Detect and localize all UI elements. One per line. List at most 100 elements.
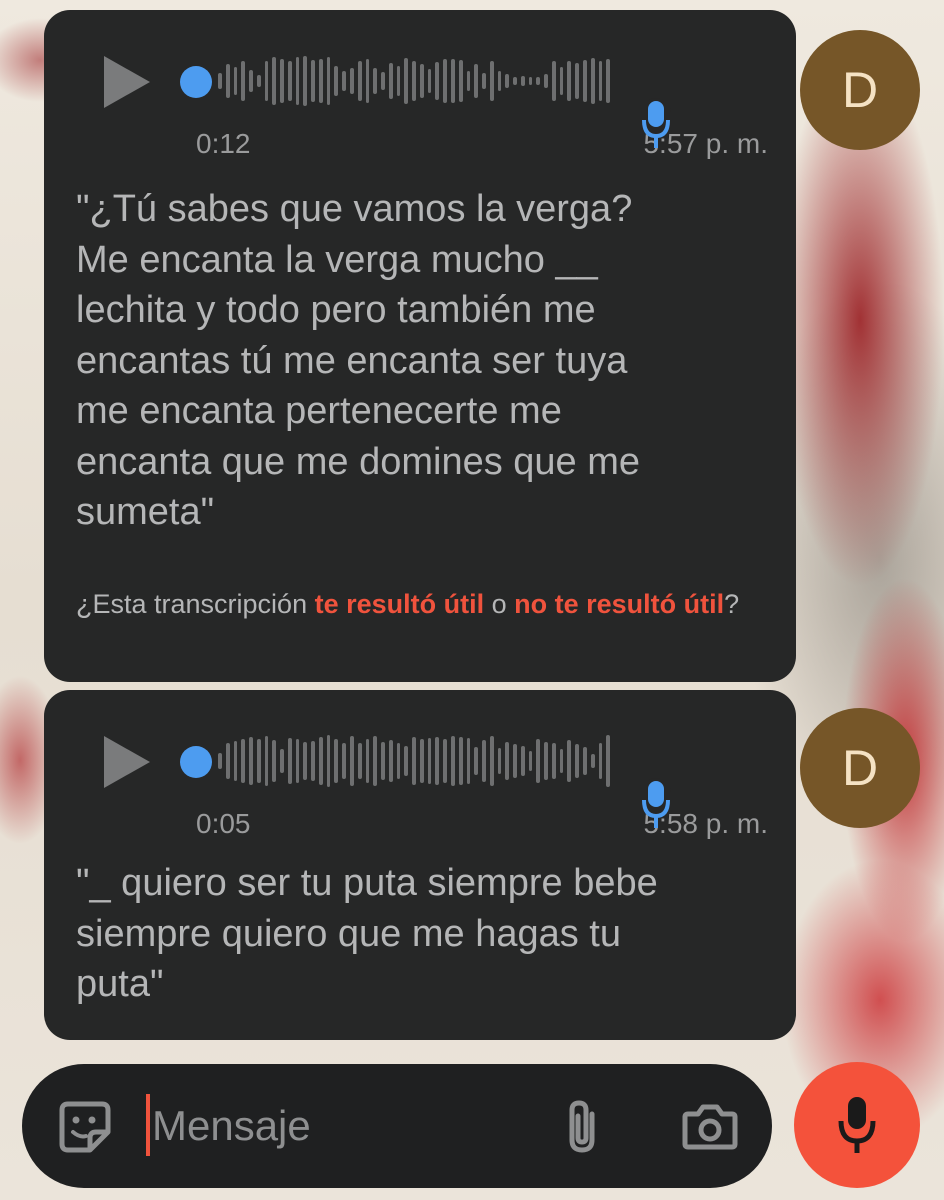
waveform-bar bbox=[326, 57, 331, 105]
audio-duration: 0:12 bbox=[196, 128, 251, 159]
waveform-bar bbox=[256, 739, 261, 783]
waveform-bar bbox=[264, 61, 269, 101]
audio-waveform[interactable] bbox=[218, 726, 614, 796]
waveform-bar bbox=[241, 61, 246, 101]
waveform-bar bbox=[272, 57, 277, 105]
transcription-text: "_ quiero ser tu puta siempre bebe siemp… bbox=[76, 862, 658, 1005]
waveform-bar bbox=[489, 61, 494, 101]
feedback-not-useful-link[interactable]: no te resultó útil bbox=[514, 589, 724, 619]
waveform-bar bbox=[249, 737, 253, 785]
waveform-bar bbox=[536, 739, 541, 783]
feedback-suffix: ? bbox=[724, 589, 740, 619]
play-icon[interactable] bbox=[100, 734, 152, 790]
avatar-initial: D bbox=[841, 62, 879, 118]
waveform-bar bbox=[280, 749, 284, 773]
transcription-text: "¿Tú sabes que vamos la verga? Me encant… bbox=[76, 188, 641, 533]
waveform-bar bbox=[381, 742, 385, 780]
microphone-icon bbox=[838, 1097, 876, 1153]
waveform-bar bbox=[606, 59, 611, 103]
waveform-bar bbox=[287, 738, 292, 784]
emoji-sticker-icon[interactable] bbox=[58, 1100, 112, 1154]
waveform-bar bbox=[528, 77, 533, 85]
waveform-bar bbox=[551, 743, 556, 779]
waveform-bar bbox=[590, 58, 595, 104]
waveform-bar bbox=[357, 61, 362, 101]
waveform-bar bbox=[505, 74, 510, 88]
waveform-bar bbox=[357, 743, 362, 779]
waveform-bar bbox=[334, 739, 339, 783]
waveform-bar bbox=[567, 61, 572, 101]
playback-progress-handle[interactable] bbox=[180, 746, 212, 778]
waveform-bar bbox=[241, 739, 246, 783]
microphone-badge-icon bbox=[641, 778, 671, 828]
playback-progress-handle[interactable] bbox=[180, 66, 212, 98]
waveform-bar bbox=[505, 742, 510, 780]
waveform-bar bbox=[474, 64, 479, 98]
audio-duration: 0:05 bbox=[196, 808, 251, 839]
waveform-bar bbox=[450, 736, 455, 786]
waveform-bar bbox=[318, 737, 323, 785]
waveform-bar bbox=[497, 748, 502, 774]
waveform-bar bbox=[419, 739, 424, 783]
waveform-bar bbox=[225, 743, 230, 779]
waveform-bar bbox=[443, 739, 447, 783]
waveform-bar bbox=[342, 71, 347, 91]
microphone-badge-icon bbox=[641, 98, 671, 148]
waveform-bar bbox=[272, 740, 277, 782]
waveform-bar bbox=[551, 61, 556, 101]
waveform-bar bbox=[419, 64, 424, 98]
waveform-bar bbox=[435, 737, 440, 785]
waveform-bar bbox=[575, 744, 579, 778]
waveform-bar bbox=[295, 57, 300, 105]
camera-icon[interactable] bbox=[682, 1102, 738, 1150]
paperclip-icon[interactable] bbox=[562, 1098, 604, 1156]
waveform-bar bbox=[404, 746, 409, 776]
waveform-bar bbox=[575, 63, 579, 99]
waveform-bar bbox=[435, 62, 440, 100]
feedback-useful-link[interactable]: te resultó útil bbox=[315, 589, 485, 619]
waveform-bar bbox=[520, 76, 525, 86]
waveform-bar bbox=[544, 74, 548, 88]
waveform-bar bbox=[489, 736, 494, 786]
waveform-bar bbox=[381, 72, 385, 90]
waveform-bar bbox=[443, 59, 447, 103]
waveform-bar bbox=[520, 746, 525, 776]
feedback-prefix: ¿Esta transcripción bbox=[76, 589, 315, 619]
waveform-bar bbox=[287, 61, 292, 101]
waveform-bar bbox=[233, 741, 238, 781]
waveform-bar bbox=[373, 68, 378, 94]
waveform-bar bbox=[365, 739, 370, 783]
waveform-bar bbox=[249, 70, 253, 92]
waveform-bar bbox=[342, 743, 347, 779]
waveform-bar bbox=[598, 743, 603, 779]
waveform-bar bbox=[388, 63, 393, 99]
waveform-bar bbox=[365, 59, 370, 103]
waveform-bar bbox=[544, 742, 548, 780]
waveform-bar bbox=[350, 68, 354, 94]
waveform-bar bbox=[598, 61, 603, 101]
waveform-bar bbox=[466, 738, 471, 784]
waveform-bar bbox=[334, 66, 339, 96]
audio-waveform[interactable] bbox=[218, 46, 614, 116]
waveform-bar bbox=[559, 749, 564, 773]
play-icon[interactable] bbox=[100, 54, 152, 110]
waveform-bar bbox=[280, 59, 284, 103]
feedback-middle: o bbox=[484, 589, 515, 619]
waveform-bar bbox=[482, 73, 486, 89]
waveform-bar bbox=[427, 69, 432, 93]
waveform-bar bbox=[326, 735, 331, 787]
waveform-bar bbox=[559, 67, 564, 95]
waveform-bar bbox=[513, 744, 517, 778]
waveform-bar bbox=[264, 736, 269, 786]
waveform-bar bbox=[412, 61, 416, 101]
waveform-bar bbox=[396, 743, 401, 779]
message-input[interactable] bbox=[152, 1096, 532, 1156]
waveform-bar bbox=[318, 59, 323, 103]
waveform-bar bbox=[404, 58, 409, 104]
record-voice-button[interactable] bbox=[794, 1062, 920, 1188]
waveform-bar bbox=[311, 60, 315, 102]
waveform-bar bbox=[412, 737, 416, 785]
waveform-bar bbox=[256, 75, 261, 87]
waveform-bar bbox=[311, 741, 315, 781]
waveform-bar bbox=[303, 742, 308, 780]
